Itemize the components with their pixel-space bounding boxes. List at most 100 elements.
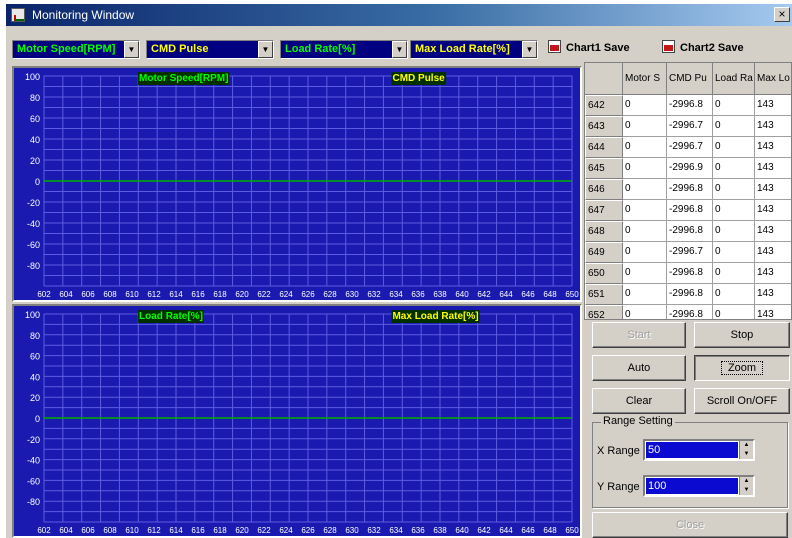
grid-cell[interactable]: 0 bbox=[713, 137, 755, 158]
grid-cell[interactable]: 143 bbox=[755, 305, 791, 319]
grid-cell[interactable]: -2996.8 bbox=[667, 95, 713, 116]
grid-cell[interactable]: 0 bbox=[713, 158, 755, 179]
grid-column-header[interactable]: Load Ra bbox=[713, 63, 755, 95]
grid-row-header[interactable]: 650 bbox=[585, 263, 623, 284]
grid-column-header[interactable]: Max Lo bbox=[755, 63, 791, 95]
stop-button[interactable]: Stop bbox=[694, 322, 790, 348]
x-tick-label: 616 bbox=[191, 290, 205, 299]
grid-row-header[interactable]: 645 bbox=[585, 158, 623, 179]
y-tick-label: 60 bbox=[30, 352, 40, 362]
grid-cell[interactable]: 0 bbox=[623, 305, 667, 319]
grid-cell[interactable]: 143 bbox=[755, 221, 791, 242]
grid-column-header[interactable] bbox=[585, 63, 623, 95]
chart-bottom[interactable]: 100 80 60 40 20 0 -20 -40 -60 -80 602 604 606 608 610 6… bbox=[12, 304, 582, 538]
y-range-input[interactable]: 100 ▲ ▼ bbox=[643, 475, 755, 497]
zoom-button[interactable]: Zoom bbox=[694, 355, 790, 381]
grid-cell[interactable]: 0 bbox=[713, 242, 755, 263]
grid-row-header[interactable]: 643 bbox=[585, 116, 623, 137]
grid-cell[interactable]: -2996.8 bbox=[667, 179, 713, 200]
grid-row-header[interactable]: 649 bbox=[585, 242, 623, 263]
grid-cell[interactable]: 0 bbox=[623, 263, 667, 284]
grid-cell[interactable]: -2996.9 bbox=[667, 158, 713, 179]
x-tick-label: 610 bbox=[125, 526, 139, 535]
grid-cell[interactable]: 0 bbox=[713, 305, 755, 319]
grid-row-header[interactable]: 651 bbox=[585, 284, 623, 305]
grid-cell[interactable]: 0 bbox=[623, 116, 667, 137]
grid-cell[interactable]: 0 bbox=[713, 200, 755, 221]
grid-row-header[interactable]: 646 bbox=[585, 179, 623, 200]
close-icon[interactable]: × bbox=[774, 7, 790, 22]
spinner-icon[interactable]: ▲ ▼ bbox=[739, 441, 753, 459]
grid-cell[interactable]: 143 bbox=[755, 95, 791, 116]
grid-cell[interactable]: 0 bbox=[623, 221, 667, 242]
grid-cell[interactable]: 0 bbox=[713, 284, 755, 305]
grid-row-header[interactable]: 652 bbox=[585, 305, 623, 319]
y-tick-label: -20 bbox=[27, 435, 40, 445]
channel3-select[interactable]: Load Rate[%] ▼ bbox=[280, 40, 408, 59]
start-button[interactable]: Start bbox=[592, 322, 686, 348]
grid-cell[interactable]: -2996.8 bbox=[667, 305, 713, 319]
grid-cell[interactable]: 0 bbox=[623, 137, 667, 158]
grid-cell[interactable]: 143 bbox=[755, 137, 791, 158]
channel2-select[interactable]: CMD Pulse ▼ bbox=[146, 40, 274, 59]
grid-cell[interactable]: -2996.8 bbox=[667, 221, 713, 242]
y-range-label: Y Range bbox=[597, 481, 640, 493]
auto-button[interactable]: Auto bbox=[592, 355, 686, 381]
grid-cell[interactable]: 0 bbox=[713, 95, 755, 116]
grid-cell[interactable]: 143 bbox=[755, 179, 791, 200]
chart-top[interactable]: 100 80 60 40 20 0 -20 -40 -60 -80 602 604 606 608 610 6… bbox=[12, 66, 582, 302]
grid-cell[interactable]: -2996.7 bbox=[667, 137, 713, 158]
y-tick-label: -20 bbox=[27, 198, 40, 208]
grid-column-header[interactable]: CMD Pu bbox=[667, 63, 713, 95]
chevron-down-icon[interactable]: ▼ bbox=[522, 41, 537, 58]
scroll-toggle-button[interactable]: Scroll On/OFF bbox=[694, 388, 790, 414]
grid-column-header[interactable]: Motor S bbox=[623, 63, 667, 95]
grid-cell[interactable]: 0 bbox=[713, 221, 755, 242]
grid-cell[interactable]: 143 bbox=[755, 242, 791, 263]
grid-cell[interactable]: -2996.7 bbox=[667, 242, 713, 263]
grid-cell[interactable]: 143 bbox=[755, 116, 791, 137]
grid-row-header[interactable]: 648 bbox=[585, 221, 623, 242]
channel1-select[interactable]: Motor Speed[RPM] ▼ bbox=[12, 40, 140, 59]
grid-cell[interactable]: 0 bbox=[623, 158, 667, 179]
grid-cell[interactable]: -2996.8 bbox=[667, 200, 713, 221]
grid-cell[interactable]: 0 bbox=[713, 116, 755, 137]
grid-row-header[interactable]: 642 bbox=[585, 95, 623, 116]
grid-cell[interactable]: 0 bbox=[623, 95, 667, 116]
grid-cell[interactable]: 0 bbox=[623, 200, 667, 221]
grid-cell[interactable]: 143 bbox=[755, 284, 791, 305]
clear-button[interactable]: Clear bbox=[592, 388, 686, 414]
grid-cell[interactable]: 143 bbox=[755, 158, 791, 179]
chart1-save-button[interactable]: Chart1 Save bbox=[548, 40, 630, 60]
x-tick-label: 634 bbox=[389, 290, 403, 299]
channel4-select[interactable]: Max Load Rate[%] ▼ bbox=[410, 40, 538, 59]
close-button[interactable]: Close bbox=[592, 512, 788, 538]
spinner-icon[interactable]: ▲ ▼ bbox=[739, 477, 753, 495]
grid-cell[interactable]: 143 bbox=[755, 200, 791, 221]
grid-cell[interactable]: 143 bbox=[755, 263, 791, 284]
grid-row-header[interactable]: 644 bbox=[585, 137, 623, 158]
y-range-value: 100 bbox=[646, 478, 738, 494]
data-grid[interactable]: Motor S CMD Pu Load Ra Max Lo 642 0 -2996.8 0 14… bbox=[584, 62, 792, 320]
grid-row-header[interactable]: 647 bbox=[585, 200, 623, 221]
grid-cell[interactable]: -2996.7 bbox=[667, 116, 713, 137]
chevron-down-icon[interactable]: ▼ bbox=[392, 41, 407, 58]
y-tick-label: -80 bbox=[27, 261, 40, 271]
x-tick-label: 630 bbox=[345, 526, 359, 535]
x-tick-label: 610 bbox=[125, 290, 139, 299]
grid-cell[interactable]: 0 bbox=[713, 179, 755, 200]
chart2-save-button[interactable]: Chart2 Save bbox=[662, 40, 744, 60]
grid-cell[interactable]: 0 bbox=[713, 263, 755, 284]
x-tick-label: 620 bbox=[235, 526, 249, 535]
grid-cell[interactable]: 0 bbox=[623, 179, 667, 200]
title-bar[interactable]: Monitoring Window × bbox=[6, 4, 792, 26]
grid-cell[interactable]: -2996.8 bbox=[667, 263, 713, 284]
x-tick-label: 640 bbox=[455, 526, 469, 535]
grid-cell[interactable]: -2996.8 bbox=[667, 284, 713, 305]
chevron-down-icon[interactable]: ▼ bbox=[258, 41, 273, 58]
grid-cell[interactable]: 0 bbox=[623, 242, 667, 263]
grid-cell[interactable]: 0 bbox=[623, 284, 667, 305]
x-range-input[interactable]: 50 ▲ ▼ bbox=[643, 439, 755, 461]
x-tick-label: 626 bbox=[301, 290, 315, 299]
chevron-down-icon[interactable]: ▼ bbox=[124, 41, 139, 58]
